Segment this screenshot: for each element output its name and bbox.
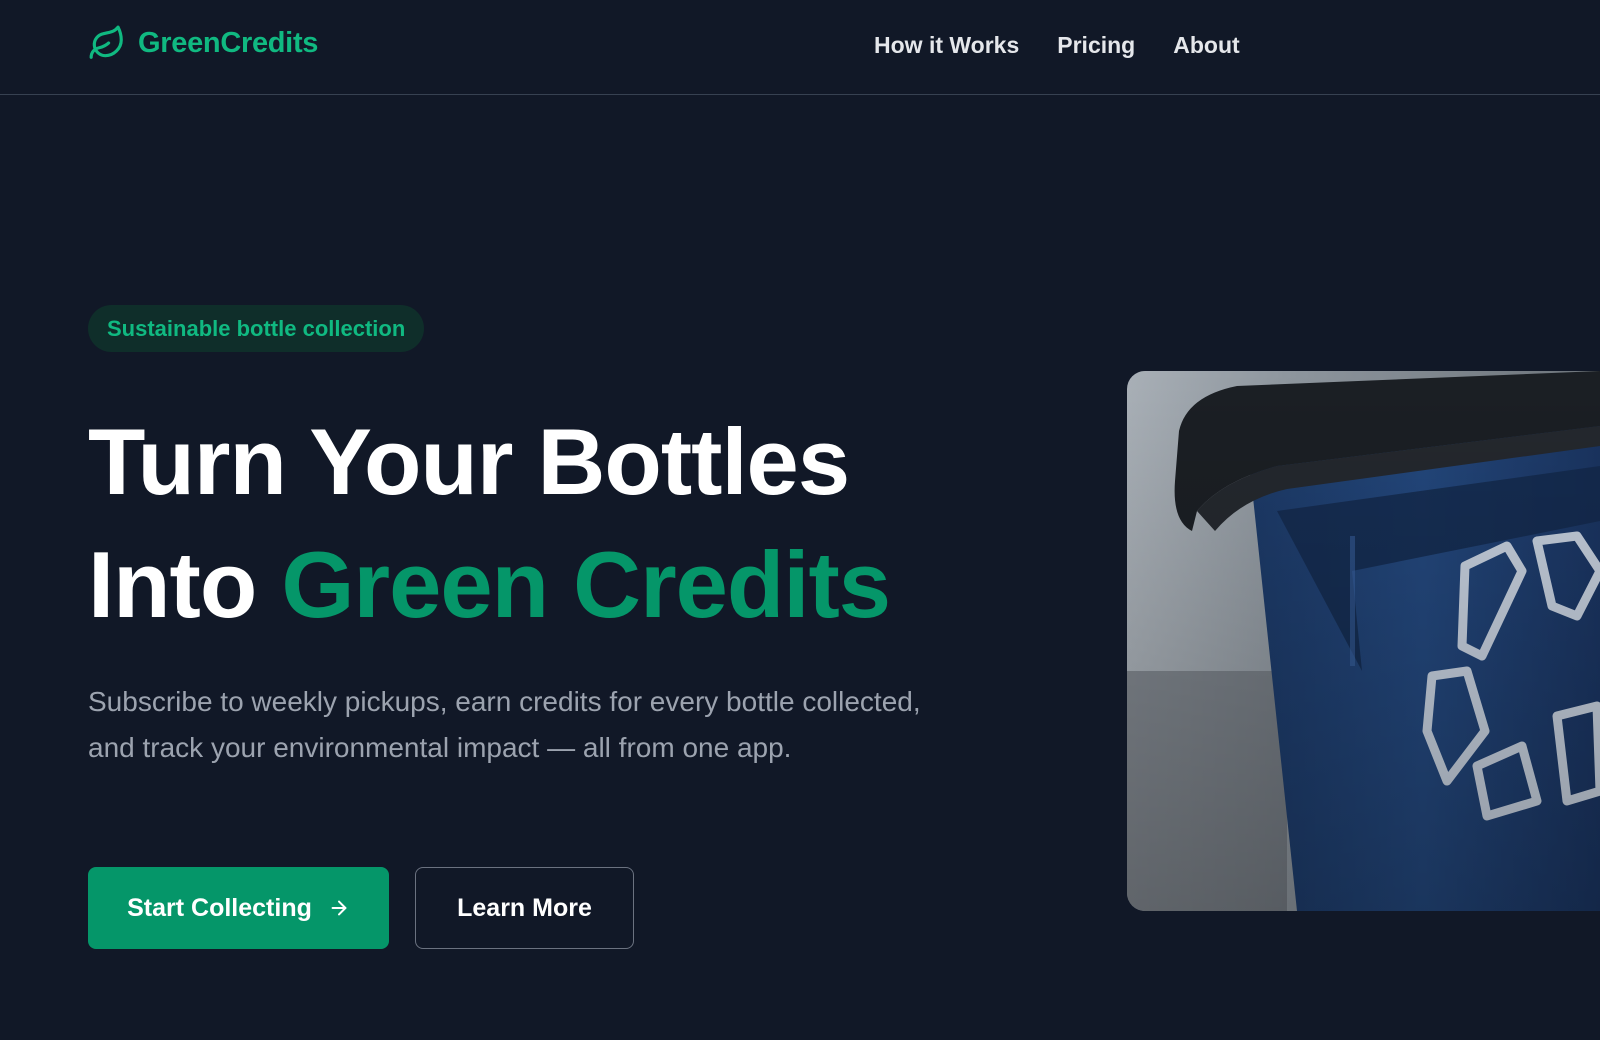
learn-more-button[interactable]: Learn More	[415, 867, 634, 949]
headline-line-2: Into Green Credits	[88, 523, 988, 646]
top-navbar: GreenCredits How it Works Pricing About	[0, 0, 1600, 95]
recycling-bin-photo	[1127, 371, 1600, 911]
main-nav: How it Works Pricing About	[874, 27, 1240, 63]
start-collecting-label: Start Collecting	[127, 893, 312, 922]
nav-link-how-it-works[interactable]: How it Works	[874, 32, 1019, 59]
nav-link-about[interactable]: About	[1173, 32, 1239, 59]
arrow-right-icon	[331, 900, 347, 916]
hero-badge: Sustainable bottle collection	[88, 305, 425, 352]
headline-prefix: Into	[88, 532, 257, 637]
brand-logo-link[interactable]: GreenCredits	[88, 22, 318, 64]
brand-name: GreenCredits	[138, 26, 319, 59]
learn-more-label: Learn More	[457, 893, 592, 922]
headline-line-1: Turn Your Bottles	[88, 409, 850, 514]
leaf-icon	[89, 25, 123, 59]
hero-description: Subscribe to weekly pickups, earn credit…	[88, 686, 921, 763]
hero-headline: Turn Your Bottles Into Green Credits	[88, 400, 988, 646]
start-collecting-button[interactable]: Start Collecting	[88, 867, 389, 949]
nav-link-pricing[interactable]: Pricing	[1057, 32, 1135, 59]
headline-accent: Green Credits	[281, 532, 891, 637]
landing-page: GreenCredits How it Works Pricing About …	[0, 0, 1600, 1040]
hero-image	[1127, 371, 1600, 911]
